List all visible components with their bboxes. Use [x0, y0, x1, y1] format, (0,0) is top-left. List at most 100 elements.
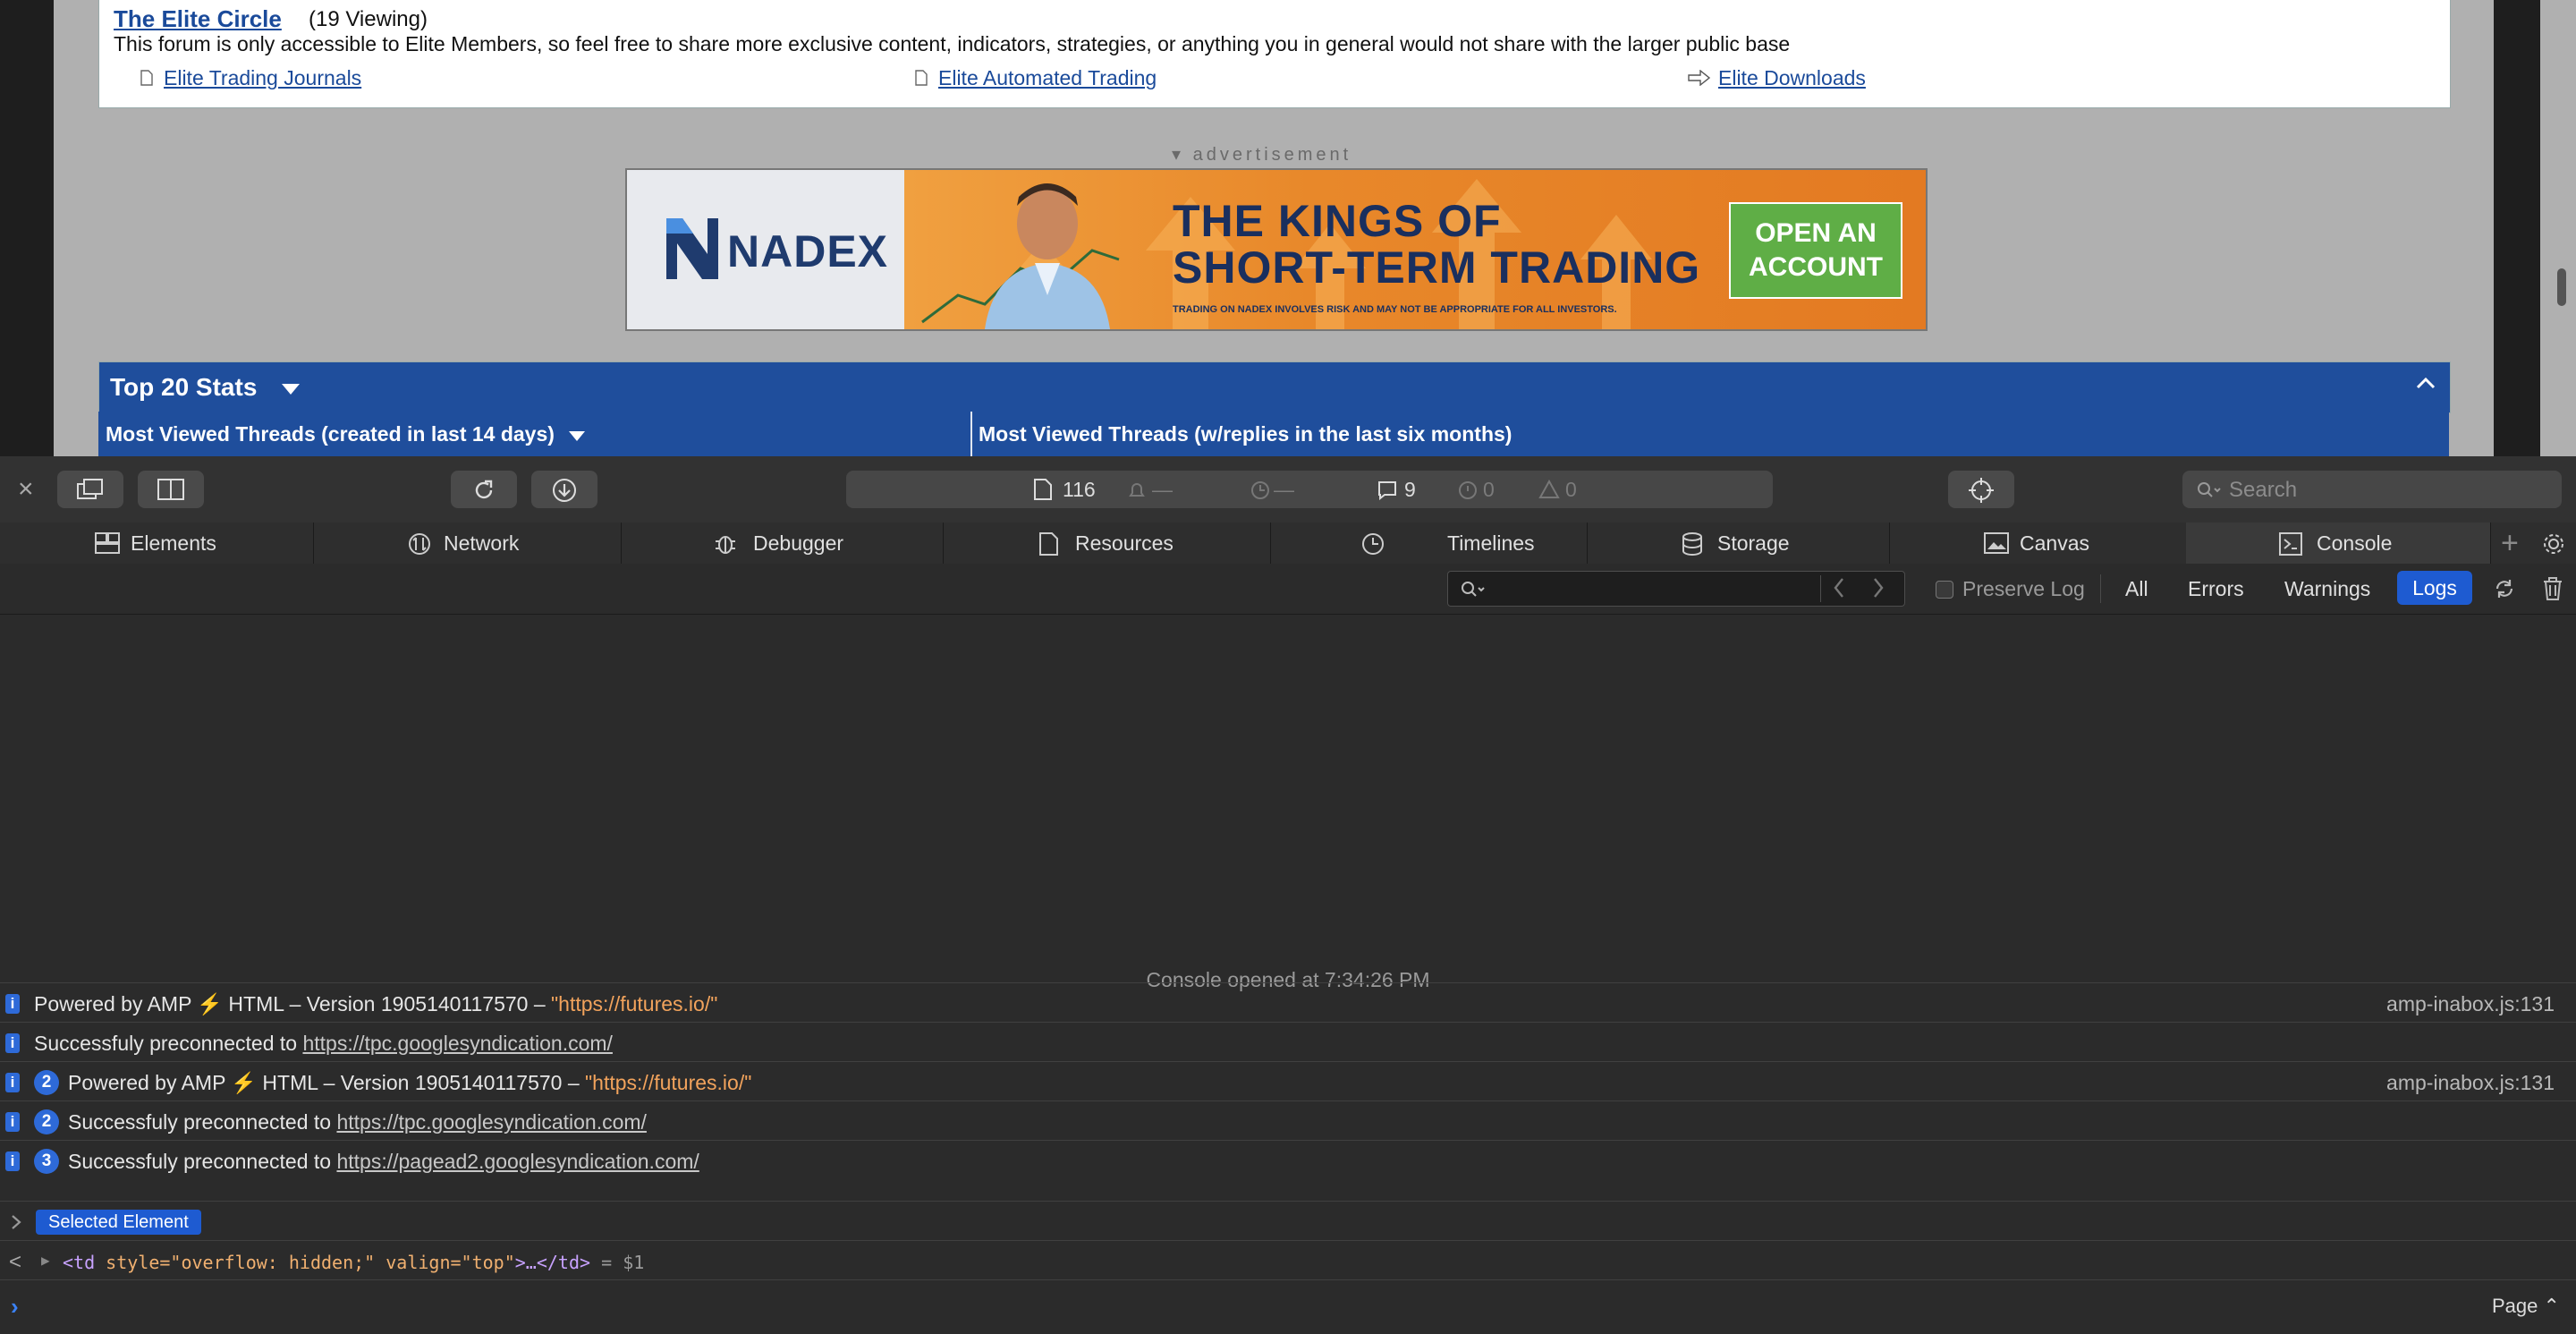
detach-window-button[interactable]	[57, 471, 123, 508]
log-text: Successfuly preconnected to	[34, 1032, 298, 1055]
auto-clear-icon[interactable]	[2492, 576, 2517, 601]
error-icon	[1459, 481, 1477, 499]
element-picker-button[interactable]	[1948, 471, 2014, 508]
console-log-entry[interactable]: i 2 Successfuly preconnected to https://tp…	[0, 1100, 2576, 1141]
evaluation-result-row[interactable]: < ▶ <td style="overflow: hidden;" valign…	[0, 1240, 2576, 1280]
filter-all[interactable]: All	[2125, 577, 2148, 601]
log-text: Powered by AMP ⚡ HTML – Version 19051401…	[34, 992, 546, 1015]
column-divider	[970, 412, 972, 456]
filter-divider	[1820, 575, 1821, 602]
disclosure-triangle-icon[interactable]: ▶	[41, 1252, 50, 1269]
download-archive-button[interactable]	[531, 471, 597, 508]
tab-canvas[interactable]: Canvas	[1889, 523, 2187, 564]
caret-down-icon[interactable]	[282, 384, 300, 395]
clock-icon	[1362, 533, 1384, 555]
log-message: Powered by AMP ⚡ HTML – Version 19051401…	[68, 1071, 751, 1095]
close-icon[interactable]: ×	[18, 476, 34, 503]
chevron-left-icon[interactable]	[1832, 576, 1846, 599]
filter-warnings[interactable]: Warnings	[2284, 577, 2370, 601]
tab-storage[interactable]: Storage	[1587, 523, 1890, 564]
tab-elements[interactable]: Elements	[0, 523, 314, 564]
search-placeholder: Search	[2229, 478, 2298, 502]
preserve-log-label: Preserve Log	[1962, 577, 2085, 600]
prompt-chevron-icon: ›	[11, 1293, 19, 1320]
filter-separator	[2100, 574, 2101, 603]
network-icon	[409, 533, 430, 555]
tab-storage-label: Storage	[1717, 531, 1790, 555]
error-count: 0	[1483, 478, 1495, 501]
caret-down-icon[interactable]	[569, 431, 585, 441]
nadex-logo-icon	[666, 218, 718, 279]
crosshair-icon	[1969, 478, 1994, 503]
collapse-up-icon[interactable]	[2416, 377, 2436, 389]
log-message: Successfuly preconnected to https://page…	[68, 1150, 699, 1174]
web-inspector: × 116 — — 9 0 0 Search Elements Network …	[0, 456, 2576, 1334]
console-prompt[interactable]: › Page ⌃	[0, 1279, 2576, 1334]
console-log-entry[interactable]: i 3 Successfuly preconnected to https://pa…	[0, 1140, 2576, 1180]
chevron-right-icon[interactable]	[1871, 576, 1885, 599]
tab-network[interactable]: Network	[313, 523, 622, 564]
tab-resources[interactable]: Resources	[943, 523, 1271, 564]
console-icon	[2279, 532, 2302, 556]
log-url-link[interactable]: https://tpc.googlesyndication.com/	[336, 1110, 646, 1134]
info-icon: i	[5, 1151, 20, 1171]
inspector-tab-bar: Elements Network Debugger Resources Time…	[0, 523, 2576, 565]
chevron-right-icon[interactable]	[11, 1214, 21, 1230]
td-close-tag: >…</td>	[514, 1252, 591, 1273]
page-scrollbar-thumb[interactable]	[2557, 268, 2566, 306]
ad-cta-line2: ACCOUNT	[1749, 252, 1883, 282]
bell-icon	[1129, 483, 1145, 497]
top-stats-header: Top 20 Stats	[98, 361, 2451, 413]
document-icon	[1034, 479, 1052, 500]
forum-title-link[interactable]: The Elite Circle	[114, 5, 282, 33]
dock-side-button[interactable]	[138, 471, 204, 508]
filter-errors[interactable]: Errors	[2188, 577, 2244, 601]
tab-timelines[interactable]: Timelines	[1270, 523, 1588, 564]
log-string-value: "https://futures.io/"	[551, 992, 718, 1015]
log-source-link[interactable]: amp-inabox.js:131	[2386, 992, 2555, 1016]
td-attr-style: style=	[106, 1252, 171, 1273]
preserve-log-checkbox[interactable]	[1936, 581, 1953, 599]
tab-network-label: Network	[444, 531, 520, 555]
execution-context-select[interactable]: Page ⌃	[2492, 1295, 2560, 1318]
tab-debugger[interactable]: Debugger	[621, 523, 944, 564]
sublink-downloads[interactable]: Elite Downloads	[1718, 66, 1866, 90]
activity-viewer[interactable]: 116 — — 9 0 0	[846, 471, 1773, 508]
filter-logs[interactable]: Logs	[2397, 571, 2472, 605]
tab-console[interactable]: Console	[2186, 523, 2491, 564]
gear-icon[interactable]	[2542, 532, 2565, 556]
log-string-value: "https://futures.io/"	[585, 1071, 752, 1094]
tab-elements-label: Elements	[131, 531, 216, 555]
reload-page-button[interactable]	[451, 471, 517, 508]
info-icon: i	[5, 994, 20, 1014]
page-scrollbar-track	[2540, 0, 2576, 456]
ad-open-account-button[interactable]: OPEN AN ACCOUNT	[1729, 202, 1902, 299]
console-log-entry[interactable]: i Successfuly preconnected to https://tpc…	[0, 1022, 2576, 1062]
detach-icon	[77, 479, 103, 499]
tab-console-label: Console	[2317, 531, 2393, 555]
log-source-link[interactable]: amp-inabox.js:131	[2386, 1071, 2555, 1095]
forum-description: This forum is only accessible to Elite M…	[114, 32, 1791, 55]
inspector-search-field[interactable]: Search	[2182, 471, 2562, 508]
repeat-count-badge: 3	[34, 1149, 59, 1174]
new-tab-plus-icon[interactable]: +	[2501, 528, 2519, 558]
repeat-count-badge: 2	[34, 1109, 59, 1134]
sublink-automated-trading[interactable]: Elite Automated Trading	[938, 66, 1157, 90]
search-icon	[1462, 582, 1485, 597]
top-stats-title[interactable]: Top 20 Stats	[110, 373, 257, 402]
log-url-link[interactable]: https://pagead2.googlesyndication.com/	[336, 1150, 699, 1173]
nadex-ad-banner[interactable]: NADEX THE KINGS OF SHORT-TERM TRADING TR…	[625, 168, 1928, 331]
info-icon: i	[5, 1073, 20, 1092]
console-log-entry[interactable]: i Powered by AMP ⚡ HTML – Version 1905140…	[0, 982, 2576, 1023]
td-element-preview[interactable]: <td style="overflow: hidden;" valign="to…	[63, 1252, 644, 1273]
td-open-tag: <td	[63, 1252, 96, 1273]
sublink-trading-journals[interactable]: Elite Trading Journals	[164, 66, 361, 90]
trash-icon[interactable]	[2542, 576, 2563, 601]
console-log-entry[interactable]: i 2 Powered by AMP ⚡ HTML – Version 190514…	[0, 1061, 2576, 1101]
forum-row-elite-circle: The Elite Circle (19 Viewing) This forum…	[98, 0, 2451, 108]
selected-element-row[interactable]: Selected Element	[0, 1201, 2576, 1241]
ad-brand-text: NADEX	[727, 226, 889, 276]
resource-count: 116	[1063, 478, 1096, 501]
ad-artwork: THE KINGS OF SHORT-TERM TRADING TRADING …	[904, 170, 1926, 329]
log-url-link[interactable]: https://tpc.googlesyndication.com/	[302, 1032, 612, 1055]
